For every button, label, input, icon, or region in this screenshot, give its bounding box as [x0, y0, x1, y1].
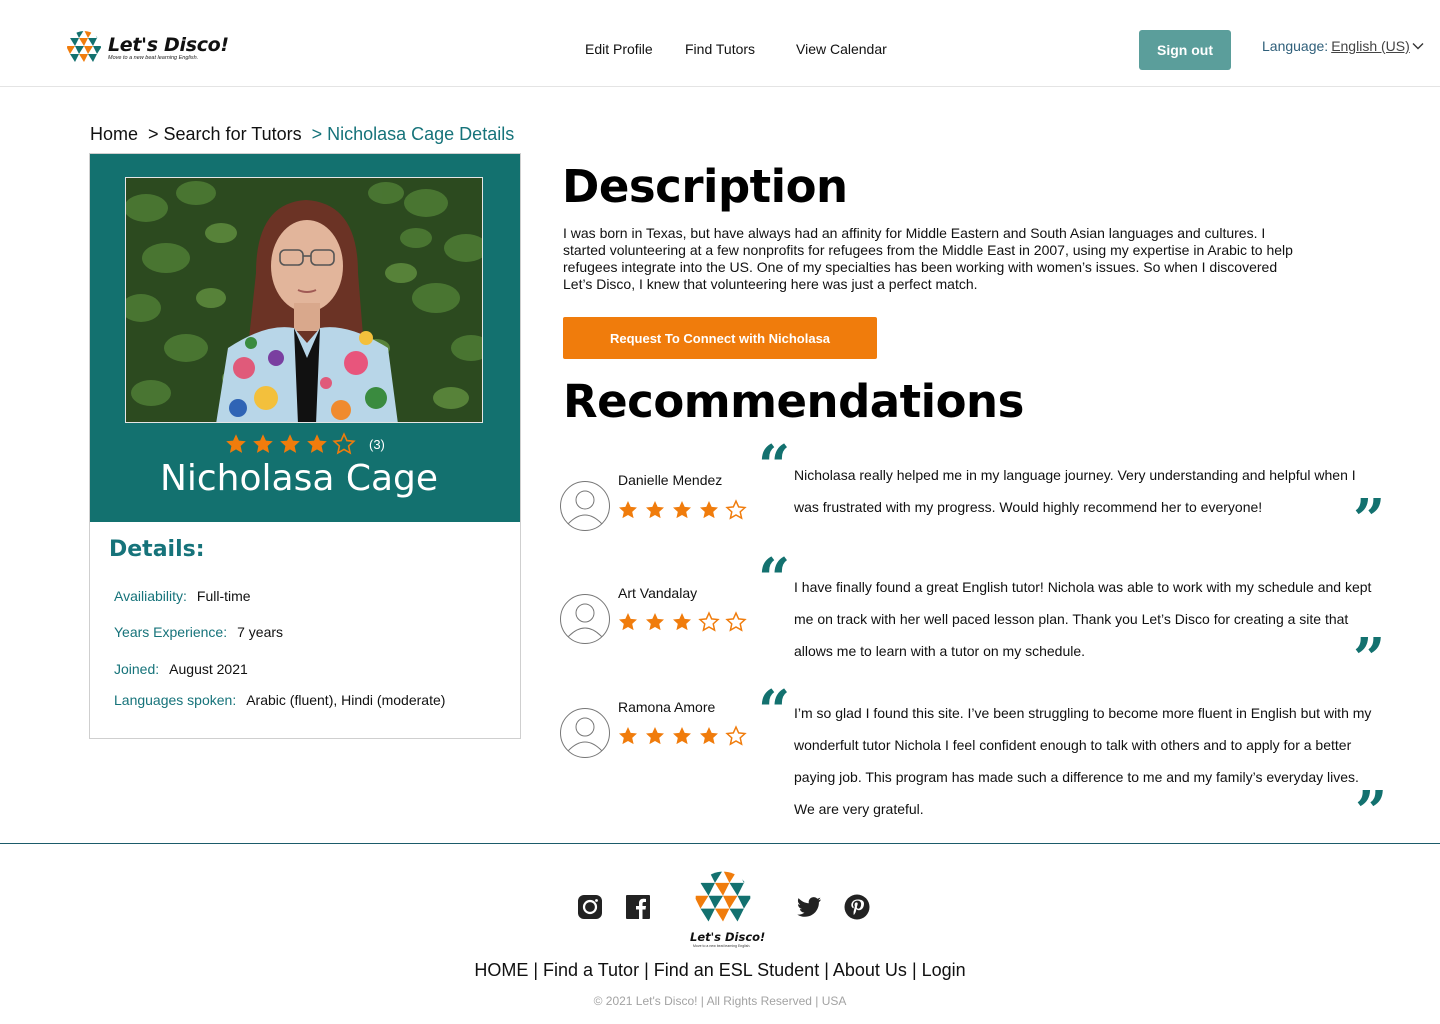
description-heading: Description	[562, 160, 848, 213]
footer-link-login[interactable]: Login	[922, 960, 966, 980]
nav-edit-profile[interactable]: Edit Profile	[585, 41, 653, 57]
star-filled-icon	[619, 613, 637, 631]
header: Let's Disco! Move to a new beat learning…	[0, 0, 1440, 87]
star-filled-icon	[280, 434, 300, 453]
review-text: I have finally found a great English tut…	[794, 579, 1372, 659]
review-text: Nicholasa really helped me in my languag…	[794, 467, 1356, 515]
language-selector[interactable]: Language: English (US)	[1262, 38, 1424, 54]
review-stars	[617, 725, 747, 747]
review-item: Danielle Mendez “ Nicholasa really helpe…	[559, 433, 1389, 548]
star-filled-icon	[673, 727, 691, 745]
detail-label: Years Experience:	[114, 624, 228, 640]
footer-brand-tagline: Move to a new beat learning English.	[693, 944, 751, 948]
facebook-icon[interactable]	[624, 893, 652, 921]
twitter-icon[interactable]	[795, 893, 823, 921]
tutor-photo	[125, 177, 483, 423]
user-avatar-icon	[560, 594, 610, 644]
globe-logo-icon	[67, 31, 101, 65]
close-quote-icon: ”	[1353, 626, 1386, 692]
footer-link-find-student[interactable]: Find an ESL Student	[654, 960, 819, 980]
profile-rating-stars	[224, 432, 356, 456]
close-quote-icon: ”	[1355, 779, 1388, 845]
review-item: Art Vandalay “ I have finally found a gr…	[559, 546, 1389, 687]
star-filled-icon	[646, 727, 664, 745]
detail-label: Availiability:	[114, 588, 187, 604]
footer-link-find-tutor[interactable]: Find a Tutor	[543, 960, 639, 980]
brand-tagline: Move to a new beat learning English.	[108, 54, 199, 61]
star-filled-icon	[700, 501, 718, 519]
language-value[interactable]: English (US)	[1331, 38, 1410, 54]
star-filled-icon	[673, 501, 691, 519]
chevron-down-icon[interactable]	[1412, 40, 1424, 52]
review-stars	[617, 499, 747, 521]
user-avatar-icon	[560, 708, 610, 758]
reviewer-name: Ramona Amore	[618, 699, 716, 715]
star-empty-icon	[725, 611, 747, 632]
star-filled-icon	[619, 727, 637, 745]
sign-out-button[interactable]: Sign out	[1139, 30, 1231, 70]
footer-link-home[interactable]: HOME	[474, 960, 528, 980]
star-filled-icon	[226, 434, 246, 453]
review-stars	[617, 611, 747, 633]
details-heading: Details:	[109, 537, 205, 562]
nav-find-tutors[interactable]: Find Tutors	[685, 41, 755, 57]
detail-languages: Languages spoken: Arabic (fluent), Hindi …	[114, 692, 445, 708]
detail-availability: Availiability: Full-time	[114, 588, 251, 604]
tutor-name: Nicholasa Cage	[159, 458, 439, 499]
detail-value: Full-time	[196, 588, 251, 604]
description-text: I was born in Texas, but have always had…	[563, 225, 1293, 292]
breadcrumb-current: > Nicholasa Cage Details	[311, 124, 515, 144]
star-filled-icon	[700, 727, 718, 745]
detail-label: Languages spoken:	[114, 692, 237, 708]
brand-text: Let's Disco! Move to a new beat learning…	[108, 35, 229, 62]
breadcrumb-search-tutors[interactable]: > Search for Tutors	[148, 124, 302, 145]
star-filled-icon	[646, 501, 664, 519]
brand-name: Let's Disco!	[108, 33, 229, 56]
star-filled-icon	[673, 613, 691, 631]
detail-value: August 2021	[169, 661, 248, 677]
footer-divider	[0, 843, 1440, 844]
breadcrumb-home[interactable]: Home	[90, 124, 138, 145]
close-quote-icon: ”	[1353, 487, 1386, 553]
tutor-portrait-image	[126, 178, 482, 422]
recommendations-heading: Recommendations	[563, 375, 1024, 428]
review-count[interactable]: (3)	[369, 437, 385, 452]
detail-label: Joined:	[114, 661, 160, 677]
pinterest-icon[interactable]	[843, 893, 871, 921]
review-item: Ramona Amore “ I’m so glad I found this …	[559, 678, 1389, 840]
instagram-icon[interactable]	[576, 893, 604, 921]
reviewer-name: Art Vandalay	[618, 585, 698, 601]
detail-value: Arabic (fluent), Hindi (moderate)	[246, 692, 446, 708]
detail-joined: Joined: August 2021	[114, 661, 248, 677]
open-quote-icon: “	[758, 678, 791, 744]
profile-card-header: (3) Nicholasa Cage	[90, 154, 520, 522]
brand-logo[interactable]: Let's Disco! Move to a new beat learning…	[66, 30, 229, 66]
footer-links: HOME | Find a Tutor | Find an ESL Studen…	[474, 960, 966, 980]
footer-link-about[interactable]: About Us	[833, 960, 907, 980]
user-avatar-icon	[560, 481, 610, 531]
open-quote-icon: “	[758, 546, 791, 612]
breadcrumb: Home > Search for Tutors > Nicholasa Cag…	[90, 124, 514, 145]
star-empty-icon	[332, 432, 356, 455]
star-empty-icon	[698, 611, 720, 632]
profile-rating: (3)	[224, 432, 385, 456]
globe-logo-icon	[695, 871, 751, 927]
tutor-profile-card: (3) Nicholasa Cage Details: Availiabilit…	[89, 153, 521, 739]
star-filled-icon	[619, 501, 637, 519]
open-quote-icon: “	[758, 433, 791, 499]
star-empty-icon	[725, 725, 747, 746]
footer-brand-name: Let's Disco!	[690, 930, 766, 944]
reviewer-name: Danielle Mendez	[618, 472, 723, 488]
copyright-text: © 2021 Let's Disco! | All Rights Reserve…	[593, 994, 847, 1008]
star-filled-icon	[307, 434, 327, 453]
detail-value: 7 years	[237, 624, 284, 640]
detail-experience: Years Experience: 7 years	[114, 624, 283, 640]
star-filled-icon	[253, 434, 273, 453]
language-label: Language:	[1262, 38, 1329, 54]
star-filled-icon	[646, 613, 664, 631]
request-connect-button[interactable]: Request To Connect with Nicholasa	[563, 317, 877, 359]
star-empty-icon	[725, 499, 747, 520]
review-text: I’m so glad I found this site. I’ve been…	[794, 705, 1372, 817]
nav-view-calendar[interactable]: View Calendar	[796, 41, 887, 57]
